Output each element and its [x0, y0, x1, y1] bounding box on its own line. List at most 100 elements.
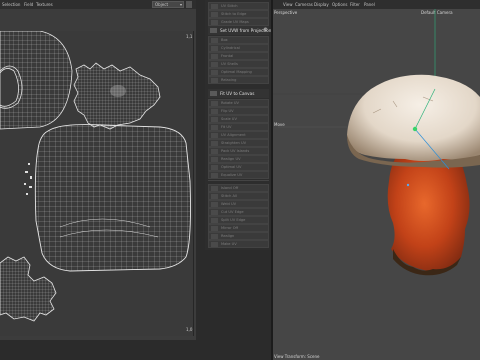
uv-editor-panel: Selection Field Textures Object ▾ 1,1 1,…	[0, 0, 196, 340]
tool-icon	[211, 125, 218, 130]
tool-label: Box	[221, 38, 228, 42]
tool-icon	[211, 226, 218, 231]
object-selector[interactable]: Object ▾	[152, 1, 184, 8]
tool-box[interactable]: Box	[208, 36, 269, 44]
mushroom-stem[interactable]	[387, 149, 470, 276]
uv-island-stem[interactable]	[0, 256, 57, 322]
tool-pack-uv[interactable]: Pack UV Islands	[208, 147, 269, 155]
uv-island-cap-top[interactable]	[73, 62, 161, 130]
mushroom-cap[interactable]	[347, 74, 480, 168]
menu-panel[interactable]: Panel	[364, 0, 375, 9]
tool-rotate-uv[interactable]: Rotate UV	[208, 99, 269, 107]
3d-viewport[interactable]: Perspective Default Camera Move View Tra…	[273, 9, 480, 360]
uv-island-ring[interactable]	[0, 31, 73, 130]
tool-island-off[interactable]: Island Off	[208, 184, 269, 192]
menu-display[interactable]: Display	[314, 0, 329, 9]
mushroom-render	[273, 9, 480, 276]
tool-icon	[211, 173, 218, 178]
tool-icon	[211, 186, 218, 191]
tool-icon	[211, 46, 218, 51]
tool-straighten-uv[interactable]: Straighten UV	[208, 139, 269, 147]
tool-label: Mirror Off	[221, 226, 239, 230]
uv-menubar: Selection Field Textures Object ▾	[0, 0, 196, 9]
tool-scale-uv[interactable]: Scale UV	[208, 115, 269, 123]
tool-realign-uv[interactable]: Realign UV	[208, 155, 269, 163]
uv-small-fragments[interactable]	[24, 163, 32, 195]
tool-icon	[211, 38, 218, 43]
tool-realign[interactable]: Realign	[208, 232, 269, 240]
tool-label: UV Stitch	[221, 4, 238, 8]
tool-optimal-mapping[interactable]: Optimal Mapping	[208, 68, 269, 76]
tool-icon	[211, 157, 218, 162]
tool-icon	[211, 78, 218, 83]
tool-label: Relaxing	[221, 78, 237, 82]
menu-cameras[interactable]: Cameras	[295, 0, 313, 9]
menu-filter[interactable]: Filter	[350, 0, 360, 9]
header-label: Fit UV to Canvas	[220, 91, 255, 96]
gear-icon[interactable]: ⚙	[264, 26, 268, 35]
tool-label: Cylindrical	[221, 46, 240, 50]
uv-island-cap-main[interactable]	[34, 124, 191, 272]
tool-icon	[211, 194, 218, 199]
projection-icon	[210, 28, 217, 33]
tool-fit-uv[interactable]: Fit UV	[208, 123, 269, 131]
tool-label: Island Off	[221, 186, 239, 190]
tool-icon	[211, 234, 218, 239]
tool-cylindrical[interactable]: Cylindrical	[208, 44, 269, 52]
tool-make-uv[interactable]: Make UV	[208, 240, 269, 248]
menu-field[interactable]: Field	[24, 0, 33, 9]
tool-label: Cut UV Edge	[221, 210, 244, 214]
tool-label: Realign UV	[221, 157, 241, 161]
tool-stitch-all[interactable]: Stitch All	[208, 192, 269, 200]
tool-label: Optimal UV	[221, 165, 242, 169]
tool-cut-uv-edge[interactable]: Cut UV Edge	[208, 208, 269, 216]
tool-label: Split UV Edge	[221, 218, 246, 222]
tool-icon	[211, 202, 218, 207]
viewport-menubar: View Cameras Display Options Filter Pane…	[273, 0, 480, 9]
tool-optimal-uv[interactable]: Optimal UV	[208, 163, 269, 171]
tool-label: Frontal	[221, 54, 234, 58]
menu-selection[interactable]: Selection	[2, 0, 20, 9]
tool-flip-uv[interactable]: Flip UV	[208, 107, 269, 115]
tool-mirror-off[interactable]: Mirror Off	[208, 224, 269, 232]
tool-icon	[211, 54, 218, 59]
tool-icon	[211, 109, 218, 114]
tool-label: UV Alignment	[221, 133, 246, 137]
tool-stitch-edge[interactable]: Stitch to Edge	[208, 10, 269, 18]
tool-frontal[interactable]: Frontal	[208, 52, 269, 60]
tool-icon	[211, 70, 218, 75]
tool-icon	[211, 210, 218, 215]
tool-label: Stitch to Edge	[221, 12, 247, 16]
chevron-down-icon: ▾	[179, 2, 182, 7]
set-uvw-from-projection-header[interactable]: Set UVW from Projection ⚙	[208, 26, 271, 35]
tool-split-uv-edge[interactable]: Split UV Edge	[208, 216, 269, 224]
tool-icon	[211, 218, 218, 223]
tool-label: Fit UV	[221, 125, 232, 129]
tool-relaxing[interactable]: Relaxing	[208, 76, 269, 84]
tool-label: Make UV	[221, 242, 237, 246]
tool-label: Straighten UV	[221, 141, 247, 145]
menu-view[interactable]: View	[283, 0, 293, 9]
menu-options[interactable]: Options	[332, 0, 347, 9]
tool-icon	[211, 20, 218, 25]
tool-weld-uv[interactable]: Weld UV	[208, 200, 269, 208]
uv-tool-panel: UV Stitch Stitch to Edge Grade UV Maps S…	[205, 0, 272, 250]
tool-label: Rotate UV	[221, 101, 239, 105]
uv-islands	[0, 31, 191, 322]
tool-icon	[211, 117, 218, 122]
tool-uv-stitch[interactable]: UV Stitch	[208, 2, 269, 10]
tool-label: UV Shells	[221, 62, 238, 66]
tool-icon	[211, 149, 218, 154]
lock-icon[interactable]	[186, 1, 192, 8]
tool-uv-shells[interactable]: UV Shells	[208, 60, 269, 68]
tool-label: Weld UV	[221, 202, 237, 206]
fit-uv-to-canvas-header[interactable]: Fit UV to Canvas	[208, 89, 269, 98]
tool-label: Stitch All	[221, 194, 237, 198]
uv-canvas[interactable]: 1,1 1,0	[0, 31, 194, 336]
tool-equalize-uv[interactable]: Equalize UV	[208, 171, 269, 179]
tool-grade-uv[interactable]: Grade UV Maps	[208, 18, 269, 26]
tool-label: Realign	[221, 234, 235, 238]
tool-label: Scale UV	[221, 117, 237, 121]
menu-textures[interactable]: Textures	[36, 0, 53, 9]
tool-uv-alignment[interactable]: UV Alignment	[208, 131, 269, 139]
